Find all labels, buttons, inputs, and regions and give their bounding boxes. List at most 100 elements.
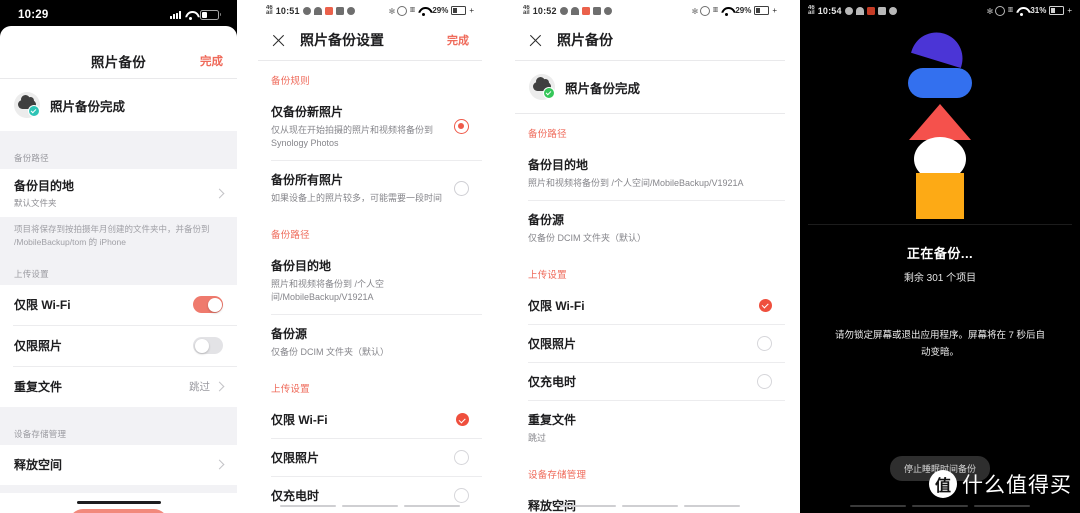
row-backup-destination[interactable]: 备份目的地 照片和视频将备份到 /个人空间/MobileBackup/V1921… — [258, 247, 482, 315]
chevron-right-icon — [214, 459, 225, 470]
photos-only-toggle[interactable] — [193, 337, 223, 354]
done-button[interactable]: 完成 — [200, 53, 223, 69]
battery-percent: 31% — [1030, 6, 1047, 15]
page-title: 照片备份设置 — [300, 32, 384, 48]
section-header-upload: 上传设置 — [0, 258, 237, 285]
app-icon-4 — [592, 6, 601, 15]
status-time: 10:52 — [532, 5, 557, 16]
backup-artwork — [800, 20, 1080, 225]
row-wifi-only[interactable]: 仅限 Wi-Fi — [515, 287, 785, 325]
row-wifi-only[interactable]: 仅限 Wi-Fi — [258, 401, 482, 439]
row-subtitle: 照片和视频将备份到 /个人空间/MobileBackup/V1921A — [528, 178, 744, 188]
row-label: 备份目的地 — [14, 179, 75, 193]
mute-icon — [994, 5, 1005, 16]
row-photos-only[interactable]: 仅限照片 — [258, 439, 482, 477]
section-header-path: 备份路径 — [258, 215, 482, 248]
app-icon-5 — [603, 6, 612, 15]
check-wifi-only[interactable] — [456, 413, 469, 427]
section-header-upload: 上传设置 — [515, 255, 785, 288]
phone-panel-3: 46 ail 10:52 ✻ ▥ 29% + 照片备份 照片备份完成 备份路径 … — [515, 0, 785, 513]
backup-status-row: 照片备份完成 — [515, 61, 785, 113]
nav-bar-1: 照片备份 完成 — [0, 44, 237, 78]
app-icon-5 — [888, 6, 897, 15]
done-button[interactable]: 完成 — [447, 32, 469, 48]
radio-backup-new-only[interactable] — [454, 119, 469, 135]
check-charging-only[interactable] — [454, 488, 469, 504]
bluetooth-icon: ✻ — [388, 6, 396, 16]
backup-status-text: 照片备份完成 — [50, 99, 126, 114]
wifi-icon — [1016, 7, 1027, 16]
app-icon-4 — [877, 6, 886, 15]
backup-warning-text: 请勿锁定屏幕或退出应用程序。屏幕将在 7 秒后自动变暗。 — [834, 330, 1046, 358]
row-backup-source[interactable]: 备份源 仅备份 DCIM 文件夹（默认） — [515, 201, 785, 256]
screenshot-stage: 10:29 照片备份 完成 照片备份完成 备份路径 备份目的地 默认文件夹 项目… — [0, 0, 1080, 513]
row-subtitle: 仅从现在开始拍摄的照片和视频将备份到 Synology Photos — [271, 125, 434, 149]
row-backup-new-only[interactable]: 仅备份新照片 仅从现在开始拍摄的照片和视频将备份到 Synology Photo… — [258, 93, 482, 161]
close-icon[interactable] — [528, 33, 543, 48]
android-nav-bar[interactable] — [800, 505, 1080, 507]
row-backup-all[interactable]: 备份所有照片 如果设备上的照片较多，可能需要一段时间 — [258, 161, 482, 216]
row-backup-destination[interactable]: 备份目的地 照片和视频将备份到 /个人空间/MobileBackup/V1921… — [515, 146, 785, 201]
cellular-signal-icon — [170, 11, 181, 19]
android-nav-bar[interactable] — [258, 505, 482, 507]
row-label: 备份目的地 — [528, 158, 589, 172]
radio-backup-all[interactable] — [454, 180, 469, 196]
row-wifi-only[interactable]: 仅限 Wi-Fi — [0, 284, 237, 325]
app-icon-2 — [570, 6, 579, 15]
shape-square-orange — [916, 173, 964, 219]
watermark-logo: 值 — [929, 470, 957, 498]
row-label: 仅限 Wi-Fi — [14, 298, 71, 312]
android-nav-bar[interactable] — [515, 505, 785, 507]
row-duplicate-files[interactable]: 重复文件 跳过 — [515, 401, 785, 456]
row-photos-only[interactable]: 仅限照片 — [515, 325, 785, 363]
row-subtitle: 如果设备上的照片较多，可能需要一段时间 — [271, 193, 443, 204]
row-duplicate-files[interactable]: 重复文件 跳过 — [0, 366, 237, 407]
row-free-space[interactable]: 释放空间 — [0, 444, 237, 485]
section-header-path: 备份路径 — [515, 114, 785, 146]
row-charging-only[interactable]: 仅充电时 — [258, 477, 482, 513]
section-header-upload: 上传设置 — [258, 369, 482, 402]
section-header-storage: 设备存储管理 — [515, 455, 785, 488]
wifi-only-toggle[interactable] — [193, 296, 223, 313]
check-photos-only[interactable] — [454, 450, 469, 466]
row-label: 仅限照片 — [271, 451, 320, 466]
row-subtitle: 跳过 — [528, 433, 547, 444]
backup-remaining-count: 剩余 301 个项目 — [903, 273, 977, 284]
chevron-right-icon — [214, 381, 225, 392]
disable-backup-button[interactable]: 禁用照片备份 — [69, 508, 168, 513]
mute-icon — [396, 5, 407, 16]
ios-status-bar: 10:29 — [0, 0, 237, 44]
app-icon-3 — [581, 6, 590, 15]
signal-bars-icon: ▥ — [1007, 7, 1014, 13]
battery-icon — [451, 6, 467, 15]
home-indicator — [76, 500, 161, 504]
charging-icon: + — [772, 6, 777, 15]
backup-status-row: 照片备份完成 — [0, 79, 237, 131]
row-free-space[interactable]: 释放空间 — [515, 487, 785, 513]
status-time: 10:54 — [817, 5, 842, 16]
check-photos-only[interactable] — [757, 336, 772, 352]
row-charging-only[interactable]: 仅充电时 — [515, 363, 785, 401]
battery-percent: 29% — [432, 6, 449, 15]
row-subtitle: 照片和视频将备份到 /个人空间/MobileBackup/V1921A — [271, 279, 385, 303]
app-icon-1 — [559, 6, 568, 15]
nav-bar-3: 照片备份 — [515, 20, 785, 60]
row-subtitle: 仅备份 DCIM 文件夹（默认） — [271, 347, 389, 358]
check-wifi-only[interactable] — [759, 299, 772, 313]
wifi-icon — [721, 7, 732, 16]
row-backup-destination[interactable]: 备份目的地 默认文件夹 — [0, 169, 237, 217]
row-label: 仅限 Wi-Fi — [271, 413, 328, 428]
battery-icon — [1049, 6, 1065, 15]
app-icon-5 — [346, 6, 355, 15]
row-photos-only[interactable]: 仅限照片 — [0, 325, 237, 366]
mute-icon — [699, 5, 710, 16]
row-value: 跳过 — [189, 381, 210, 393]
row-label: 备份源 — [271, 327, 308, 342]
app-icon-2 — [313, 6, 322, 15]
row-label: 仅限照片 — [528, 337, 577, 352]
check-charging-only[interactable] — [757, 374, 772, 390]
close-icon[interactable] — [271, 33, 286, 48]
row-subtitle: 默认文件夹 — [14, 198, 57, 208]
row-backup-source[interactable]: 备份源 仅备份 DCIM 文件夹（默认） — [258, 315, 482, 370]
app-icon-4 — [335, 6, 344, 15]
